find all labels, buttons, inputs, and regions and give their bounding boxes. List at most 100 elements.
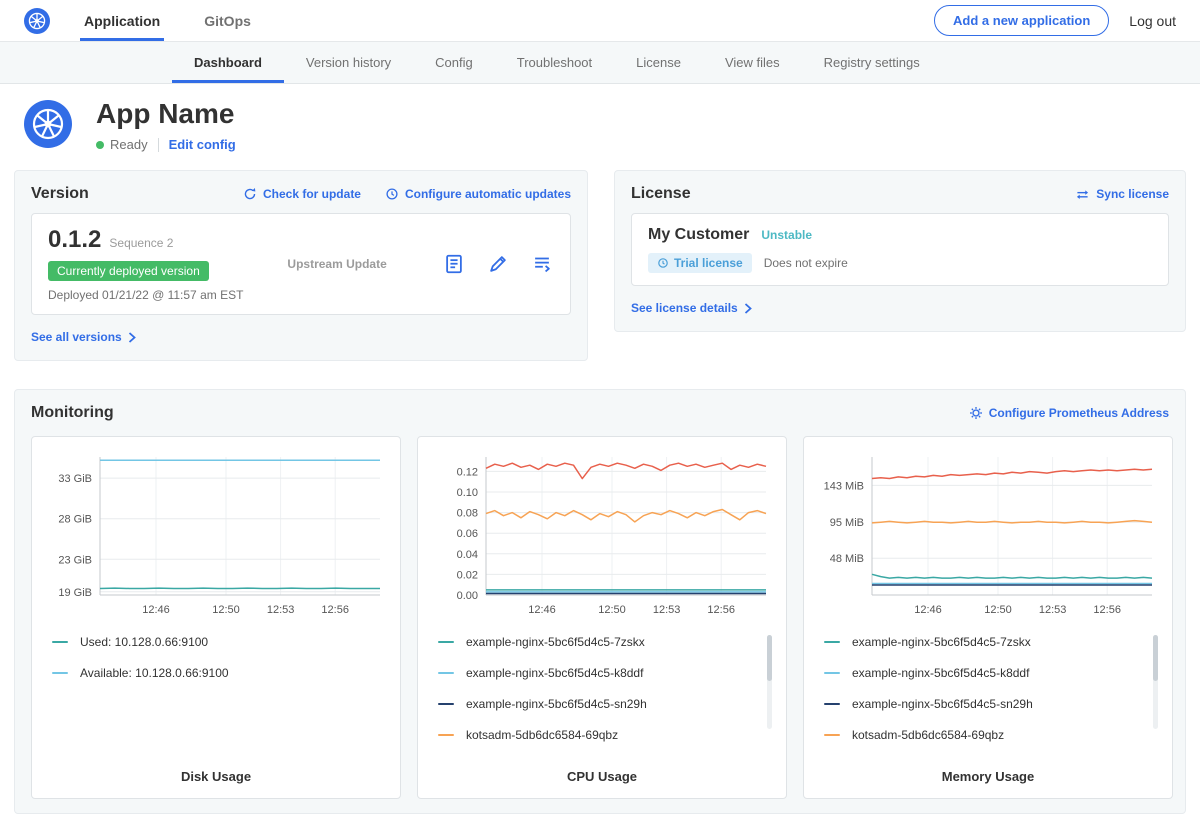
legend-scrollbar-thumb[interactable] [767,635,772,681]
version-card-title: Version [31,185,89,203]
chevron-right-icon [128,332,136,343]
memory-usage-panel: 12:4612:5012:5312:56143 MiB95 MiB48 MiB … [803,436,1173,799]
tab-config[interactable]: Config [413,42,495,83]
tab-view-files[interactable]: View files [703,42,802,83]
legend-label: example-nginx-5bc6f5d4c5-sn29h [852,697,1033,711]
svg-text:12:53: 12:53 [653,604,681,616]
kubernetes-logo-icon[interactable] [24,8,50,34]
see-license-details-link[interactable]: See license details [631,301,752,315]
tab-dashboard[interactable]: Dashboard [172,42,284,83]
svg-text:12:50: 12:50 [212,604,240,616]
svg-text:0.10: 0.10 [457,487,478,499]
current-version-box: 0.1.2 Sequence 2 Currently deployed vers… [31,213,571,315]
legend-label: Used: 10.128.0.66:9100 [80,635,208,649]
svg-text:48 MiB: 48 MiB [830,553,864,565]
legend-label: kotsadm-5db6dc6584-69qbz [466,728,618,742]
tab-registry-settings[interactable]: Registry settings [802,42,942,83]
refresh-icon [243,187,257,201]
gear-icon [969,406,983,420]
legend-item: kotsadm-5db6dc6584-69qbz [438,728,774,742]
monitoring-card: Monitoring Configure Prometh [14,389,1186,814]
license-expiry: Does not expire [764,256,848,270]
legend-scrollbar-thumb[interactable] [1153,635,1158,681]
legend-scrollbar[interactable] [1153,635,1158,729]
svg-text:12:50: 12:50 [598,604,626,616]
legend-color-dash [438,703,454,705]
cpu-usage-chart: 12:4612:5012:5312:560.120.100.080.060.04… [430,449,774,621]
legend-color-dash [438,672,454,674]
license-details-box: My Customer Unstable Trial license Does … [631,213,1169,286]
legend-color-dash [824,672,840,674]
legend-item: Used: 10.128.0.66:9100 [52,635,388,649]
topnav-tab-application[interactable]: Application [80,0,164,41]
svg-text:0.08: 0.08 [457,508,478,520]
sync-arrows-icon [1075,188,1090,201]
edit-config-link[interactable]: Edit config [169,137,236,152]
svg-text:33 GiB: 33 GiB [58,473,92,485]
topnav-tab-gitops[interactable]: GitOps [200,0,255,41]
chevron-right-icon [744,303,752,314]
tab-version-history[interactable]: Version history [284,42,413,83]
add-application-button[interactable]: Add a new application [934,5,1109,36]
svg-text:28 GiB: 28 GiB [58,514,92,526]
tab-troubleshoot[interactable]: Troubleshoot [495,42,614,83]
svg-text:143 MiB: 143 MiB [824,480,864,492]
legend-color-dash [824,641,840,643]
legend-label: example-nginx-5bc6f5d4c5-7zskx [852,635,1031,649]
logout-link[interactable]: Log out [1129,13,1176,29]
configure-automatic-updates-link[interactable]: Configure automatic updates [385,187,571,201]
customer-name: My Customer [648,226,749,244]
page-title: App Name [96,98,236,130]
legend-color-dash [52,641,68,643]
configure-prometheus-link[interactable]: Configure Prometheus Address [969,406,1169,420]
legend-color-dash [52,672,68,674]
legend-label: kotsadm-5db6dc6584-69qbz [852,728,1004,742]
svg-text:12:56: 12:56 [707,604,735,616]
edit-config-icon[interactable] [486,252,510,276]
sync-license-link[interactable]: Sync license [1075,187,1169,201]
legend-item: example-nginx-5bc6f5d4c5-sn29h [438,697,774,711]
upstream-update-label: Upstream Update [287,257,386,271]
svg-text:19 GiB: 19 GiB [58,587,92,599]
legend-color-dash [824,703,840,705]
divider [158,138,159,152]
tab-license[interactable]: License [614,42,703,83]
deployed-version-badge: Currently deployed version [48,261,209,281]
disk-usage-title: Disk Usage [44,769,388,784]
license-card: License Sync license My Customer Unstabl… [614,170,1186,332]
see-all-versions-link[interactable]: See all versions [31,330,136,344]
svg-text:12:50: 12:50 [984,604,1012,616]
cpu-usage-title: CPU Usage [430,769,774,784]
version-number: 0.1.2 [48,226,101,254]
legend-item: example-nginx-5bc6f5d4c5-7zskx [438,635,774,649]
topnav-tabs: Application GitOps [80,0,291,41]
legend-color-dash [824,734,840,736]
svg-text:95 MiB: 95 MiB [830,517,864,529]
cpu-usage-legend: example-nginx-5bc6f5d4c5-7zskx example-ng… [430,635,774,759]
legend-label: example-nginx-5bc6f5d4c5-7zskx [466,635,645,649]
svg-text:12:46: 12:46 [914,604,942,616]
legend-item: Available: 10.128.0.66:9100 [52,666,388,680]
legend-label: example-nginx-5bc6f5d4c5-k8ddf [466,666,643,680]
channel-label: Unstable [761,228,812,242]
legend-item: example-nginx-5bc6f5d4c5-sn29h [824,697,1160,711]
legend-item: example-nginx-5bc6f5d4c5-k8ddf [438,666,774,680]
app-logo-icon [24,100,72,148]
legend-label: Available: 10.128.0.66:9100 [80,666,229,680]
release-notes-icon[interactable] [442,252,466,276]
svg-text:0.02: 0.02 [457,569,478,581]
legend-item: example-nginx-5bc6f5d4c5-k8ddf [824,666,1160,680]
svg-text:12:53: 12:53 [1039,604,1067,616]
check-for-update-link[interactable]: Check for update [243,187,361,201]
deploy-logs-icon[interactable] [530,252,554,276]
disk-usage-chart: 12:4612:5012:5312:5633 GiB28 GiB23 GiB19… [44,449,388,621]
clock-refresh-icon [385,187,399,201]
legend-scrollbar[interactable] [767,635,772,729]
svg-text:0.04: 0.04 [457,549,478,561]
legend-item: kotsadm-5db6dc6584-69qbz [824,728,1160,742]
svg-text:12:53: 12:53 [267,604,295,616]
svg-text:12:46: 12:46 [142,604,170,616]
version-sequence: Sequence 2 [109,236,173,250]
top-nav: Application GitOps Add a new application… [0,0,1200,42]
legend-color-dash [438,641,454,643]
